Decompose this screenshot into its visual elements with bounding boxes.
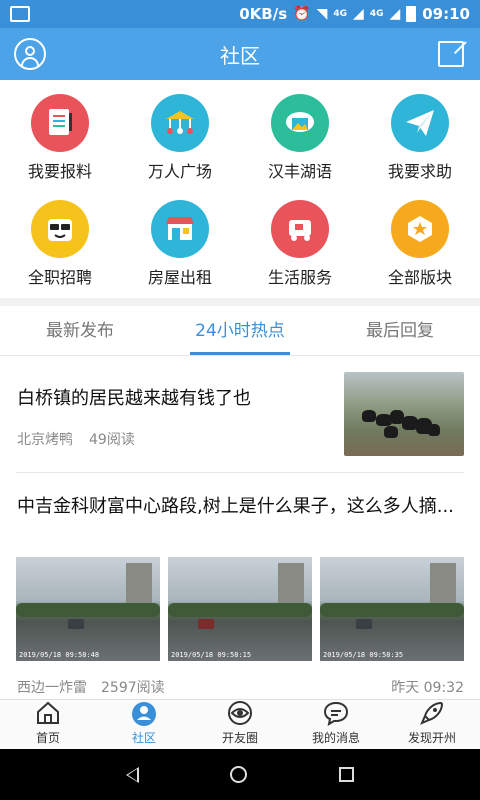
tab-latest[interactable]: 最新发布 bbox=[0, 306, 160, 355]
section-gap bbox=[0, 298, 480, 306]
profile-icon[interactable] bbox=[14, 38, 46, 70]
image-timestamp: 2019/05/18 09:58:35 bbox=[323, 651, 404, 659]
post-reads: 49阅读 bbox=[89, 432, 135, 448]
tabbar-label: 发现开州 bbox=[407, 731, 456, 745]
tabbar-item-community[interactable]: 社区 bbox=[96, 700, 192, 749]
grid-label: 房屋出租 bbox=[147, 268, 212, 287]
post-item[interactable]: 白桥镇的居民越来越有钱了也 北京烤鸭 49阅读 bbox=[0, 356, 480, 472]
grid-item-lake[interactable]: 汉丰湖语 bbox=[240, 94, 360, 200]
bottom-tab-bar: 首页 社区 开友圈 我的消息 发现开州 bbox=[0, 699, 480, 749]
post-time: 昨天 09:32 bbox=[391, 680, 464, 696]
grid-label: 全部版块 bbox=[387, 268, 452, 287]
tabbar-item-friends[interactable]: 开友圈 bbox=[192, 700, 288, 749]
delivery-icon bbox=[271, 200, 329, 258]
grid-label: 我要求助 bbox=[387, 162, 452, 181]
tabbar-label: 首页 bbox=[35, 731, 60, 745]
smiley-icon bbox=[31, 200, 89, 258]
grid-item-square[interactable]: 万人广场 bbox=[120, 94, 240, 200]
tabbar-item-messages[interactable]: 我的消息 bbox=[288, 700, 384, 749]
signal-label-1: 4G bbox=[333, 9, 348, 19]
home-circle-icon[interactable] bbox=[230, 766, 248, 783]
grid-label: 万人广场 bbox=[147, 162, 212, 181]
wifi-icon: ◥ bbox=[316, 6, 328, 22]
tabbar-label: 我的消息 bbox=[311, 731, 360, 745]
network-speed: 0KB/s bbox=[239, 5, 288, 23]
signal-icon-1: ◢ bbox=[353, 6, 364, 22]
shop-icon bbox=[151, 200, 209, 258]
post-title: 中吉金科财富中心路段,树上是什么果子，这么多人摘... bbox=[17, 496, 454, 517]
grid-item-all[interactable]: 全部版块 bbox=[360, 200, 480, 300]
compose-icon[interactable] bbox=[438, 41, 464, 67]
grid-item-jobs[interactable]: 全职招聘 bbox=[0, 200, 120, 300]
image-timestamp: 2019/05/18 09:58:15 bbox=[171, 651, 252, 659]
grid-label: 我要报料 bbox=[27, 162, 92, 181]
grid-item-report[interactable]: 我要报料 bbox=[0, 94, 120, 200]
post-image: 2019/05/18 09:58:48 bbox=[16, 557, 160, 661]
paper-plane-icon bbox=[391, 94, 449, 152]
grid-label: 全职招聘 bbox=[27, 268, 92, 287]
app-header: 社区 bbox=[0, 28, 480, 80]
post-author: 北京烤鸭 bbox=[17, 432, 73, 448]
post-thumbnail bbox=[344, 372, 464, 456]
post-image: 2019/05/18 09:58:15 bbox=[168, 557, 312, 661]
tab-last-reply[interactable]: 最后回复 bbox=[320, 306, 480, 355]
back-icon[interactable] bbox=[125, 766, 139, 783]
status-bar: 0KB/s ⏰ ◥ 4G ◢ 4G ◢ 09:10 bbox=[0, 0, 480, 28]
signal-label-2: 4G bbox=[369, 9, 384, 19]
carousel-icon bbox=[151, 94, 209, 152]
chat-bubble-icon bbox=[323, 701, 349, 726]
battery-icon bbox=[406, 6, 417, 22]
grid-item-help[interactable]: 我要求助 bbox=[360, 94, 480, 200]
tab-hot-24h[interactable]: 24小时热点 bbox=[160, 306, 320, 355]
signal-icon-2: ◢ bbox=[389, 6, 401, 22]
post-image: 2019/05/18 09:58:35 bbox=[320, 557, 464, 661]
tabbar-item-home[interactable]: 首页 bbox=[0, 700, 96, 749]
feed-tabs: 最新发布 24小时热点 最后回复 bbox=[0, 306, 480, 356]
grid-label: 汉丰湖语 bbox=[267, 162, 332, 181]
tabbar-label: 开友圈 bbox=[221, 731, 258, 745]
image-timestamp: 2019/05/18 09:58:48 bbox=[19, 651, 100, 659]
post-title: 白桥镇的居民越来越有钱了也 bbox=[17, 388, 251, 409]
post-image-row: 2019/05/18 09:58:48 2019/05/18 09:58:15 … bbox=[16, 557, 464, 661]
star-badge-icon bbox=[391, 200, 449, 258]
alarm-icon: ⏰ bbox=[293, 6, 311, 22]
eye-icon bbox=[228, 701, 252, 725]
grid-label: 生活服务 bbox=[267, 268, 332, 287]
tabbar-label: 社区 bbox=[131, 731, 156, 745]
community-icon bbox=[132, 702, 156, 726]
page-title: 社区 bbox=[220, 43, 260, 68]
system-nav-bar bbox=[0, 749, 480, 800]
tabbar-item-discover[interactable]: 发现开州 bbox=[384, 700, 480, 749]
post-meta: 北京烤鸭 49阅读 bbox=[17, 429, 135, 449]
post-reads: 2597阅读 bbox=[101, 680, 165, 696]
image-notification-icon bbox=[10, 6, 30, 22]
post-author: 西边一炸雷 bbox=[17, 680, 87, 696]
recent-apps-icon[interactable] bbox=[339, 767, 355, 782]
grid-item-rent[interactable]: 房屋出租 bbox=[120, 200, 240, 300]
post-meta: 西边一炸雷 2597阅读 bbox=[17, 677, 165, 697]
category-grid: 我要报料 万人广场 汉丰湖语 我要求助 全职招聘 房屋出租 生活服务 全部版块 bbox=[0, 80, 480, 298]
grid-item-services[interactable]: 生活服务 bbox=[240, 200, 360, 300]
rocket-icon bbox=[420, 701, 444, 725]
clipboard-icon bbox=[31, 94, 89, 152]
post-item[interactable]: 中吉金科财富中心路段,树上是什么果子，这么多人摘... 2019/05/18 0… bbox=[0, 473, 480, 699]
photo-cloud-icon bbox=[271, 94, 329, 152]
clock: 09:10 bbox=[422, 5, 470, 23]
home-icon bbox=[37, 701, 59, 724]
